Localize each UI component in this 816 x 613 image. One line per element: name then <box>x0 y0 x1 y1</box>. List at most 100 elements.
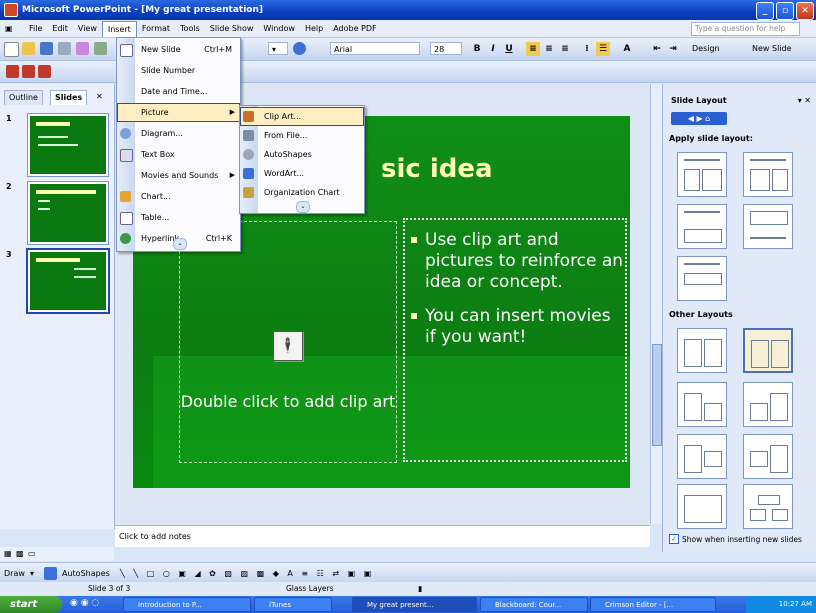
numbering-button[interactable]: ⁝ <box>580 42 594 56</box>
italic-button[interactable]: I <box>486 42 500 56</box>
toolbar-icon-3[interactable] <box>38 65 51 78</box>
layout-other-4[interactable] <box>743 382 793 427</box>
menu-from-file[interactable]: From File... <box>240 126 364 145</box>
normal-view-icon[interactable]: ▦ <box>4 549 12 558</box>
taskbar-item[interactable]: iTunes <box>254 597 332 612</box>
help-icon[interactable] <box>293 42 306 55</box>
decrease-indent-button[interactable]: ⇤ <box>650 42 664 56</box>
maximize-button[interactable]: ▫ <box>776 2 794 20</box>
quick-launch-icons[interactable]: ◉ ◉ ◌ <box>70 598 99 608</box>
draw-menu[interactable]: Draw <box>4 567 25 581</box>
doc-icon[interactable]: ▣ <box>0 20 24 37</box>
layout-three-content[interactable] <box>677 256 727 301</box>
menu-window[interactable]: Window <box>258 20 300 37</box>
menu-new-slide[interactable]: New Slide Ctrl+M <box>117 40 240 59</box>
menu-tools[interactable]: Tools <box>175 20 205 37</box>
tab-slides[interactable]: Slides <box>50 90 88 105</box>
menu-diagram[interactable]: Diagram... <box>117 124 240 143</box>
drawing-tools[interactable]: ╲ ╲ □ ○ ▣ ◢ ✿ ▧ ▨ ▩ ◆ A ≡ ☷ ⇄ ▣ ▣ <box>120 567 374 581</box>
sorter-view-icon[interactable]: ▩ <box>16 549 24 558</box>
layout-title-content[interactable] <box>677 204 727 249</box>
task-pane-close-icon[interactable]: ▾ ✕ <box>798 96 811 105</box>
expand-submenu-icon[interactable]: ⌄ <box>296 201 310 213</box>
menu-format[interactable]: Format <box>137 20 175 37</box>
bullets-button[interactable]: ☰ <box>596 42 610 56</box>
menu-organization-chart[interactable]: Organization Chart <box>240 183 364 202</box>
font-name-box[interactable]: Arial <box>330 42 420 55</box>
clip-art-icon[interactable]: 🕴 <box>273 331 303 361</box>
new-slide-button[interactable]: New Slide <box>752 42 792 56</box>
slide-thumbnail-1[interactable] <box>28 114 108 176</box>
menu-help[interactable]: Help <box>300 20 328 37</box>
font-size-box[interactable]: 28 <box>430 42 462 55</box>
menu-adobe-pdf[interactable]: Adobe PDF <box>328 20 381 37</box>
menu-insert[interactable]: Insert <box>101 20 137 37</box>
new-icon[interactable] <box>4 42 19 57</box>
menu-slide-number[interactable]: Slide Number <box>117 61 240 80</box>
layout-other-7[interactable] <box>677 484 727 529</box>
text-placeholder[interactable]: Use clip art and pictures to reinforce a… <box>403 218 627 462</box>
tab-outline[interactable]: Outline <box>4 90 43 105</box>
task-pane-nav[interactable]: ◀ ▶ ⌂ <box>671 112 727 125</box>
print-icon[interactable] <box>58 42 71 55</box>
close-pane-icon[interactable]: ✕ <box>92 90 107 104</box>
autoshapes-menu[interactable]: AutoShapes <box>62 567 110 581</box>
zoom-box[interactable]: ▾ <box>268 42 288 55</box>
bold-button[interactable]: B <box>470 42 484 56</box>
spelling-status-icon[interactable]: ▮ <box>418 582 422 595</box>
menu-table[interactable]: Table... <box>117 208 240 227</box>
layout-title-text-clipart[interactable] <box>677 152 727 197</box>
menu-edit[interactable]: Edit <box>47 20 73 37</box>
layout-other-5[interactable] <box>677 434 727 479</box>
select-objects-icon[interactable] <box>44 567 57 580</box>
menu-view[interactable]: View <box>73 20 102 37</box>
menu-date-time[interactable]: Date and Time... <box>117 82 240 101</box>
taskbar-item[interactable]: Blackboard: Cour... <box>480 597 588 612</box>
toolbar-icon-1[interactable] <box>6 65 19 78</box>
menu-movies-sounds[interactable]: Movies and Sounds ▶ <box>117 166 240 185</box>
design-button[interactable]: Design <box>692 42 720 56</box>
increase-font-button[interactable]: A <box>620 42 634 56</box>
menu-picture[interactable]: Picture ▶ <box>117 103 240 122</box>
ask-question-input[interactable]: Type a question for help <box>691 22 800 36</box>
menu-file[interactable]: File <box>24 20 47 37</box>
powerpoint-app-icon[interactable] <box>4 3 18 17</box>
preview-icon[interactable] <box>76 42 89 55</box>
layout-clipart-text[interactable] <box>743 152 793 197</box>
system-tray[interactable]: 10:27 AM <box>746 596 816 613</box>
increase-indent-button[interactable]: ⇥ <box>666 42 680 56</box>
layout-other-6[interactable] <box>743 434 793 479</box>
taskbar-item[interactable]: Crimson Editor - [... <box>590 597 716 612</box>
slide-thumbnail-3[interactable] <box>28 250 108 312</box>
notes-pane[interactable]: Click to add notes <box>115 525 650 547</box>
layout-other-8[interactable] <box>743 484 793 529</box>
save-icon[interactable] <box>40 42 53 55</box>
expand-menu-icon[interactable]: ⌄ <box>173 238 187 250</box>
close-button[interactable]: ✕ <box>796 2 814 20</box>
underline-button[interactable]: U <box>502 42 516 56</box>
show-layout-option[interactable]: ✓ Show when inserting new slides <box>669 534 802 544</box>
menu-slide-show[interactable]: Slide Show <box>205 20 259 37</box>
open-icon[interactable] <box>22 42 35 55</box>
align-center-button[interactable]: ≡ <box>542 42 556 56</box>
taskbar-item[interactable]: My great present... <box>352 597 477 612</box>
slide-thumbnail-2[interactable] <box>28 182 108 244</box>
slide-scrollbar[interactable] <box>650 84 662 524</box>
taskbar-item[interactable]: Introduction to P... <box>123 597 251 612</box>
title-bar[interactable]: Microsoft PowerPoint - [My great present… <box>0 0 816 20</box>
minimize-button[interactable]: _ <box>756 2 774 20</box>
slide-title[interactable]: sic idea <box>381 154 493 184</box>
slideshow-view-icon[interactable]: ▭ <box>28 549 36 558</box>
align-right-button[interactable]: ≡ <box>558 42 572 56</box>
layout-other-3[interactable] <box>677 382 727 427</box>
layout-content-title[interactable] <box>743 204 793 249</box>
spelling-icon[interactable] <box>94 42 107 55</box>
menu-autoshapes[interactable]: AutoShapes <box>240 145 364 164</box>
show-layout-checkbox[interactable]: ✓ <box>669 534 679 544</box>
menu-clip-art[interactable]: Clip Art... <box>240 107 364 126</box>
menu-wordart[interactable]: WordArt... <box>240 164 364 183</box>
menu-chart[interactable]: Chart... <box>117 187 240 206</box>
layout-other-2[interactable] <box>743 328 793 373</box>
start-button[interactable]: start <box>0 596 62 613</box>
menu-text-box[interactable]: Text Box <box>117 145 240 164</box>
